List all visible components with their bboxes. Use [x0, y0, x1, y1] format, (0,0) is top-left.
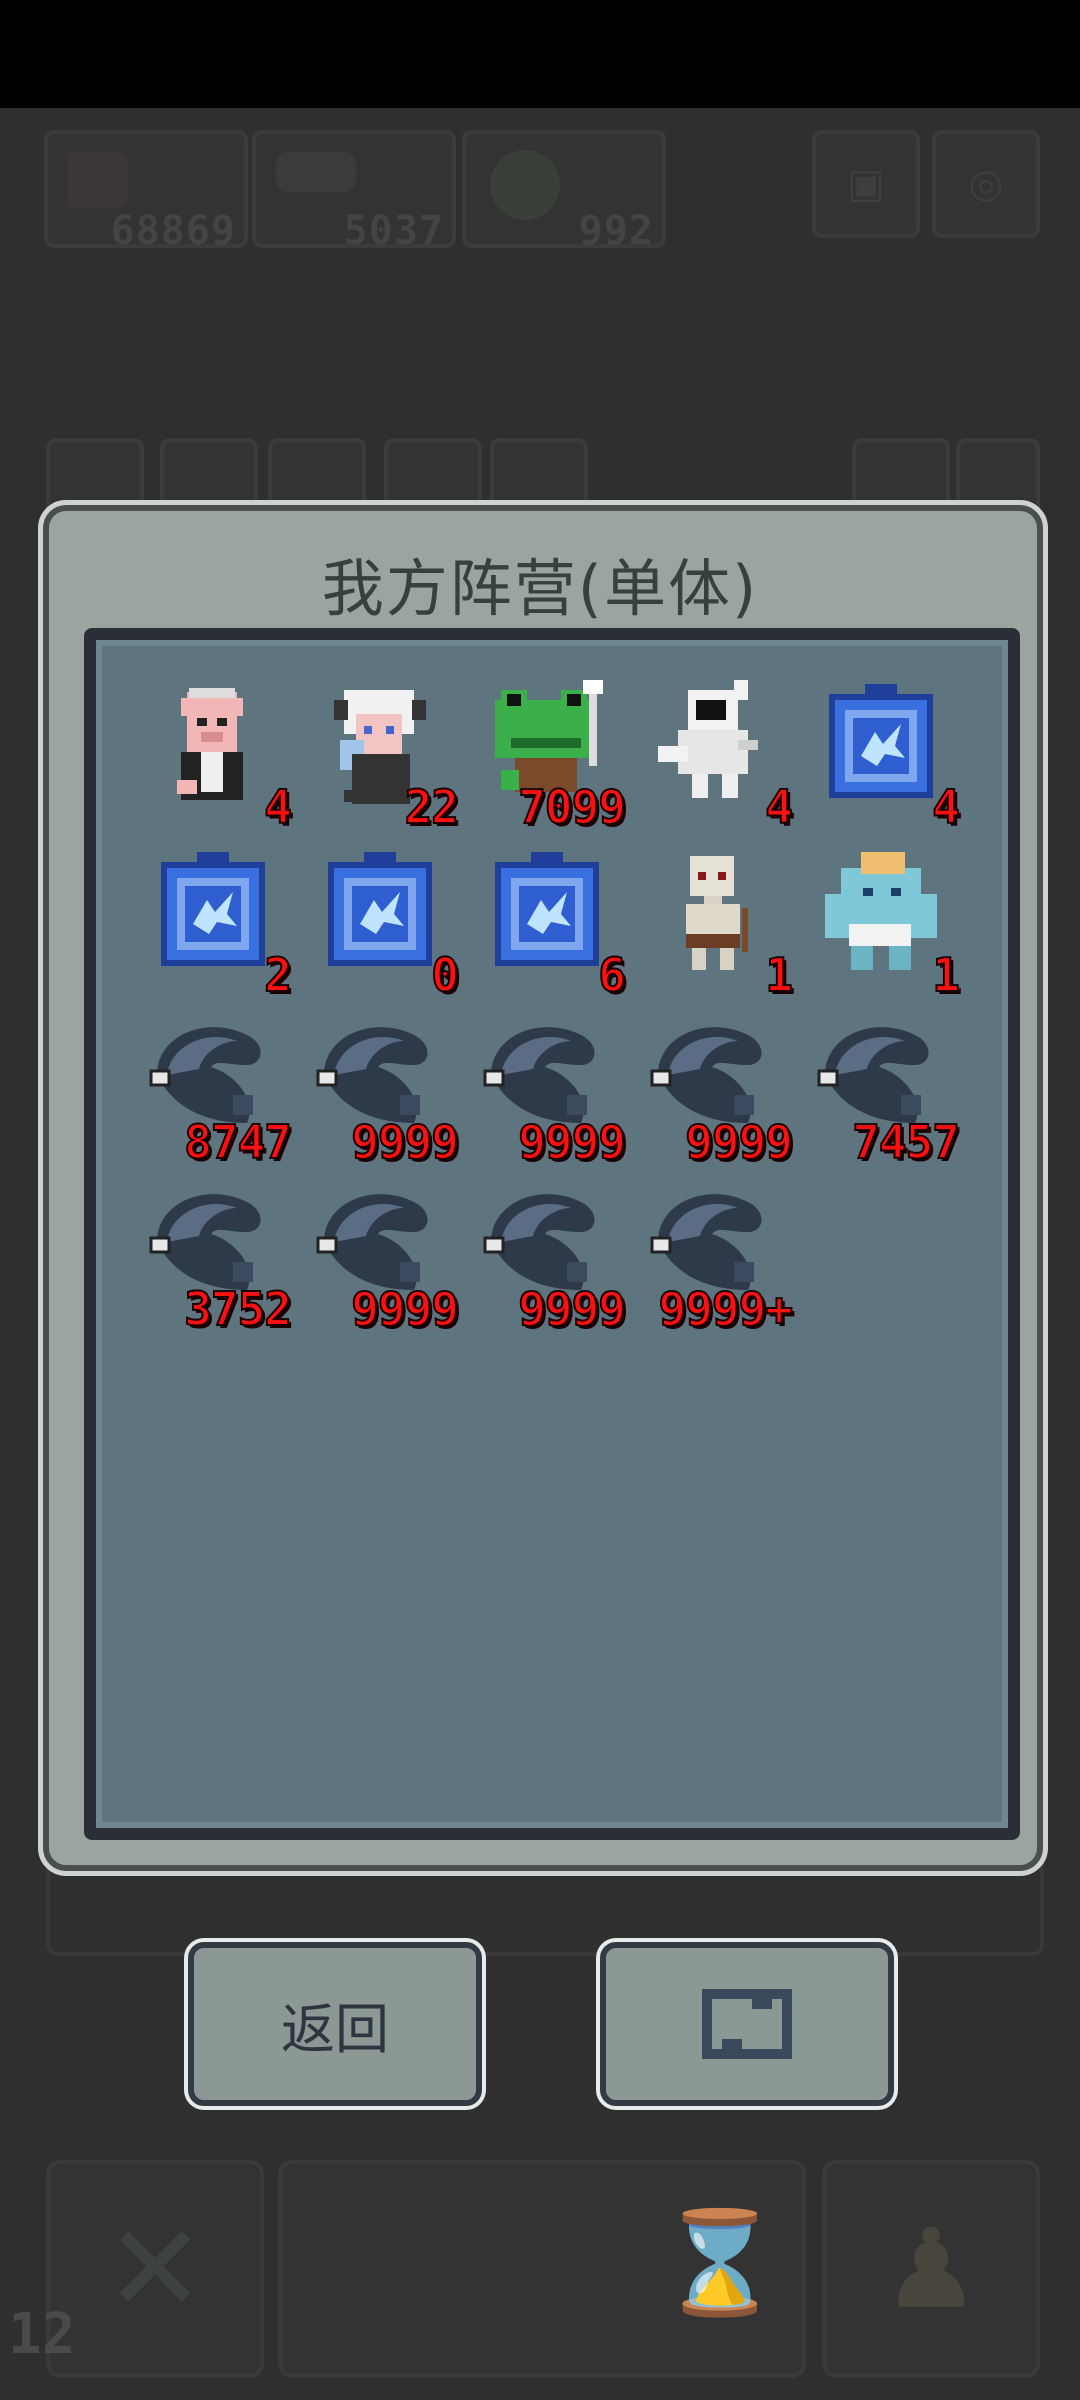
wait-slot: ⌛ — [278, 2160, 806, 2378]
unit-count: 7099 — [517, 780, 627, 834]
character-icon: ♟ — [881, 2205, 981, 2333]
menu-icon: ▣ — [847, 161, 885, 207]
unit-count: 9999 — [517, 1115, 627, 1169]
unit-count: 9999 — [684, 1115, 794, 1169]
unit-slot-crystal-portal[interactable]: 0 — [304, 838, 460, 999]
back-button-label: 返回 — [281, 1997, 389, 2061]
hud-settings-button: ◎ — [932, 130, 1040, 238]
unit-slot-frog-warrior[interactable]: 7099 — [471, 670, 627, 831]
unit-slot-pig-butler[interactable]: 4 — [137, 670, 293, 831]
unit-slot-dark-fish[interactable]: 9999 — [638, 1005, 794, 1166]
clover-icon — [490, 150, 560, 220]
back-button[interactable]: 返回 — [188, 1942, 482, 2106]
unit-count: 4 — [931, 780, 961, 834]
unit-slot-dark-fish[interactable]: 9999 — [471, 1172, 627, 1333]
character-slot: ♟ — [822, 2160, 1040, 2378]
unit-count: 2 — [263, 948, 293, 1002]
unit-slot-dark-fish[interactable]: 3752 — [137, 1172, 293, 1333]
unit-slot-crystal-portal[interactable]: 6 — [471, 838, 627, 999]
resource-count-meat: 68869 — [110, 208, 236, 254]
unit-slot-dark-fish[interactable]: 9999 — [304, 1172, 460, 1333]
unit-count: 0 — [430, 948, 460, 1002]
crossed-swords-icon: ✕ — [104, 2199, 206, 2339]
game-screen: 68869 5037 992 ▣ ◎ ✕ ⌛ ♟ 12 我方阵营(单体) 4 22… — [0, 0, 1080, 2400]
level-label: 12 — [8, 2302, 76, 2367]
unit-count: 4 — [764, 780, 794, 834]
resource-slot-bones: 5037 — [252, 130, 456, 254]
hourglass-icon: ⌛ — [657, 2204, 782, 2321]
unit-count: 6 — [597, 948, 627, 1002]
unit-count: 1 — [764, 948, 794, 1002]
status-bar — [0, 0, 1080, 108]
unit-count: 3752 — [183, 1282, 293, 1336]
unit-count: 4 — [263, 780, 293, 834]
unit-slot-crystal-portal[interactable]: 4 — [805, 670, 961, 831]
unit-count: 9999 — [517, 1282, 627, 1336]
unit-slot-crystal-portal[interactable]: 2 — [137, 838, 293, 999]
unit-count: 1 — [931, 948, 961, 1002]
resource-count-clover: 992 — [578, 208, 654, 254]
unit-slot-ice-golem[interactable]: 1 — [805, 838, 961, 999]
resource-count-bones: 5037 — [343, 208, 444, 254]
attack-slot: ✕ — [46, 2160, 264, 2378]
resource-slot-meat: 68869 — [44, 130, 248, 254]
unit-count: 9999 — [350, 1282, 460, 1336]
refresh-icon — [606, 1948, 888, 2100]
unit-slot-ghost-rogue[interactable]: 4 — [638, 670, 794, 831]
unit-count: 8747 — [183, 1115, 293, 1169]
unit-count: 9999+ — [658, 1282, 794, 1336]
unit-slot-skeleton-warrior[interactable]: 1 — [638, 838, 794, 999]
hud-menu-button: ▣ — [812, 130, 920, 238]
modal-title: 我方阵营(单体) — [321, 552, 759, 625]
unit-slot-dark-fish[interactable]: 7457 — [805, 1005, 961, 1166]
unit-slot-dark-fish[interactable]: 9999 — [471, 1005, 627, 1166]
unit-slot-dark-fish[interactable]: 9999 — [304, 1005, 460, 1166]
unit-slot-white-haired-demon-girl[interactable]: 22 — [304, 670, 460, 831]
unit-count: 7457 — [851, 1115, 961, 1169]
bones-icon — [276, 152, 356, 192]
unit-slot-dark-fish[interactable]: 9999+ — [638, 1172, 794, 1333]
unit-count: 22 — [404, 780, 460, 834]
gear-icon: ◎ — [968, 161, 1004, 207]
unit-count: 9999 — [350, 1115, 460, 1169]
unit-slot-dark-fish[interactable]: 8747 — [137, 1005, 293, 1166]
refresh-button[interactable] — [600, 1942, 894, 2106]
meat-icon — [68, 152, 128, 208]
resource-slot-clover: 992 — [462, 130, 666, 254]
